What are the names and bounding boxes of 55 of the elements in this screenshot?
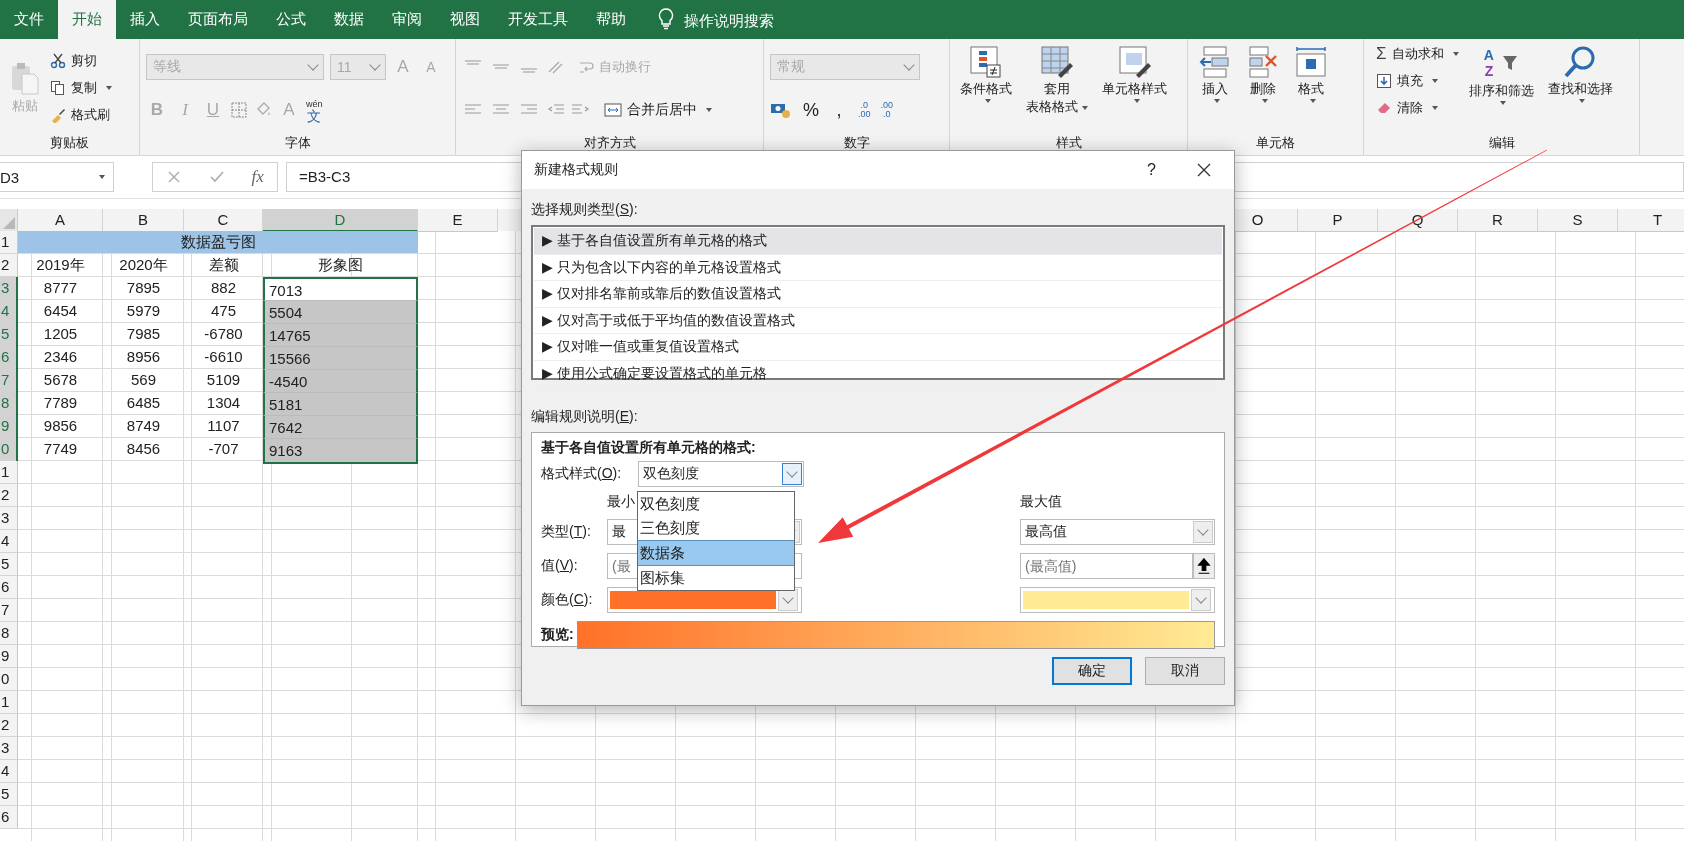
group-label: 对齐方式 — [582, 134, 637, 152]
section-label: 选择规则类型(S): — [531, 200, 638, 219]
table-cell-text: 1107 — [206, 416, 241, 436]
table-cell-text: 1304 — [205, 393, 242, 413]
table-cell-text: 5678 — [42, 370, 79, 390]
table-cell-text: 1205 — [42, 324, 79, 344]
table-cell-text: -6780 — [203, 324, 244, 344]
table-cell-text: 8956 — [125, 347, 162, 367]
table-cell-text: 569 — [130, 370, 157, 390]
group-label: 编辑 — [1487, 134, 1516, 152]
table-cell: -4540 — [263, 369, 418, 395]
table-cell-text: 2020年 — [118, 255, 169, 275]
section-label: 编辑规则说明(E): — [531, 407, 638, 426]
preview-label: 预览: — [541, 626, 575, 644]
table-cell-text: 2019年 — [35, 255, 86, 275]
table-cell-text: 6454 — [42, 301, 79, 321]
table-cell-text: 5979 — [125, 301, 162, 321]
table-cell-text: 7985 — [125, 324, 162, 344]
table-cell-text: 882 — [210, 278, 237, 298]
table-cell: 14765 — [263, 323, 418, 349]
table-cell-text: 8777 — [42, 278, 79, 298]
rule-description: 基于各自值设置所有单元格的格式: — [541, 439, 756, 457]
field-label: 类型(T): — [541, 523, 591, 541]
group-label: 剪贴板 — [49, 134, 90, 152]
table-cell-text: 7895 — [125, 278, 162, 298]
table-cell-text: 9856 — [42, 416, 79, 436]
column-heading: 最大值 — [1020, 493, 1062, 511]
table-cell-text: 8749 — [125, 416, 162, 436]
table-cell-text: 2346 — [42, 347, 79, 367]
table-cell: 5181 — [263, 392, 418, 418]
table-cell-text: 形象图 — [317, 255, 364, 275]
group-label: 字体 — [283, 134, 312, 152]
dialog-title: 新建格式规则 — [534, 161, 619, 179]
table-cell: 5504 — [263, 300, 418, 326]
table-cell-text: 5109 — [205, 370, 242, 390]
group-label: 单元格 — [1255, 134, 1296, 152]
table-cell-text: -6610 — [203, 347, 244, 367]
table-cell-text: 6485 — [125, 393, 162, 413]
table-cell-text: -707 — [207, 439, 240, 459]
table-cell-text: 7789 — [42, 393, 79, 413]
table-cell: 7013 — [263, 277, 418, 303]
table-cell-text: 8456 — [125, 439, 162, 459]
table-cell-text: 475 — [210, 301, 237, 321]
table-cell-text: 差额 — [207, 255, 240, 275]
table-cell: 15566 — [263, 346, 418, 372]
table-cell: 9163 — [263, 438, 418, 464]
field-label: 格式样式(O): — [541, 465, 623, 483]
table-title: 数据盈亏图 — [18, 231, 418, 254]
group-label: 样式 — [1054, 134, 1083, 152]
table-cell: 7642 — [263, 415, 418, 441]
column-heading: 最小 — [607, 493, 635, 511]
table-cell-text: 7749 — [42, 439, 79, 459]
group-label: 数字 — [842, 134, 871, 152]
field-label: 颜色(C): — [541, 591, 593, 609]
field-label: 值(V): — [541, 557, 578, 575]
